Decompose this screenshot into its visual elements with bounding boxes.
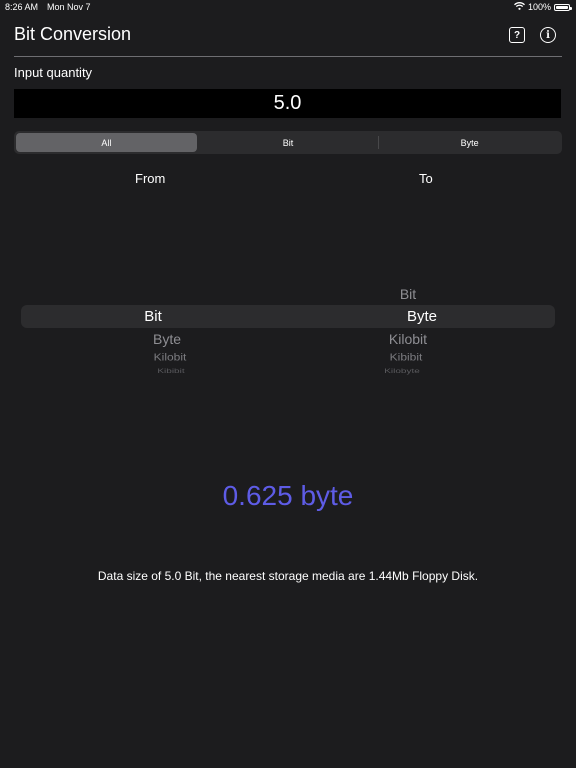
from-picker-selected[interactable]: Bit: [144, 308, 162, 325]
from-picker-item[interactable]: Kibibit: [157, 368, 184, 375]
status-right: 100%: [514, 2, 572, 12]
status-date: Mon Nov 7: [47, 2, 91, 12]
segment-all[interactable]: All: [16, 133, 197, 152]
to-picker-item[interactable]: Kilobyte: [384, 368, 420, 375]
to-picker-item[interactable]: Kilobit: [389, 331, 427, 347]
storage-description: Data size of 5.0 Bit, the nearest storag…: [97, 569, 479, 583]
from-label: From: [135, 171, 166, 186]
to-picker-item[interactable]: Kibibit: [390, 351, 423, 363]
unit-filter-segmented-control: All Bit Byte: [14, 131, 562, 154]
info-circle-icon: i: [546, 29, 550, 41]
from-picker-item[interactable]: Kilobit: [154, 351, 187, 363]
picker-selection-highlight: [21, 305, 555, 328]
battery-percent: 100%: [527, 2, 551, 12]
segment-byte[interactable]: Byte: [379, 133, 560, 152]
status-bar: 8:26 AM Mon Nov 7 100%: [0, 0, 576, 14]
info-button[interactable]: i: [540, 27, 556, 43]
page-title: Bit Conversion: [14, 24, 132, 44]
help-button[interactable]: ?: [509, 27, 525, 43]
wifi-icon: [514, 2, 525, 12]
to-picker-selected[interactable]: Byte: [407, 308, 437, 325]
from-picker-item[interactable]: Byte: [153, 331, 181, 347]
conversion-result: 0.625 byte: [222, 480, 354, 511]
nav-divider: [14, 56, 562, 57]
input-label: Input quantity: [14, 65, 93, 80]
segment-bit[interactable]: Bit: [198, 133, 379, 152]
battery-icon: [554, 3, 572, 11]
question-square-icon: ?: [513, 29, 521, 41]
to-picker-item[interactable]: Bit: [400, 286, 416, 302]
quantity-input[interactable]: [14, 89, 561, 118]
to-label: To: [419, 171, 433, 186]
status-time: 8:26 AM: [5, 2, 39, 12]
